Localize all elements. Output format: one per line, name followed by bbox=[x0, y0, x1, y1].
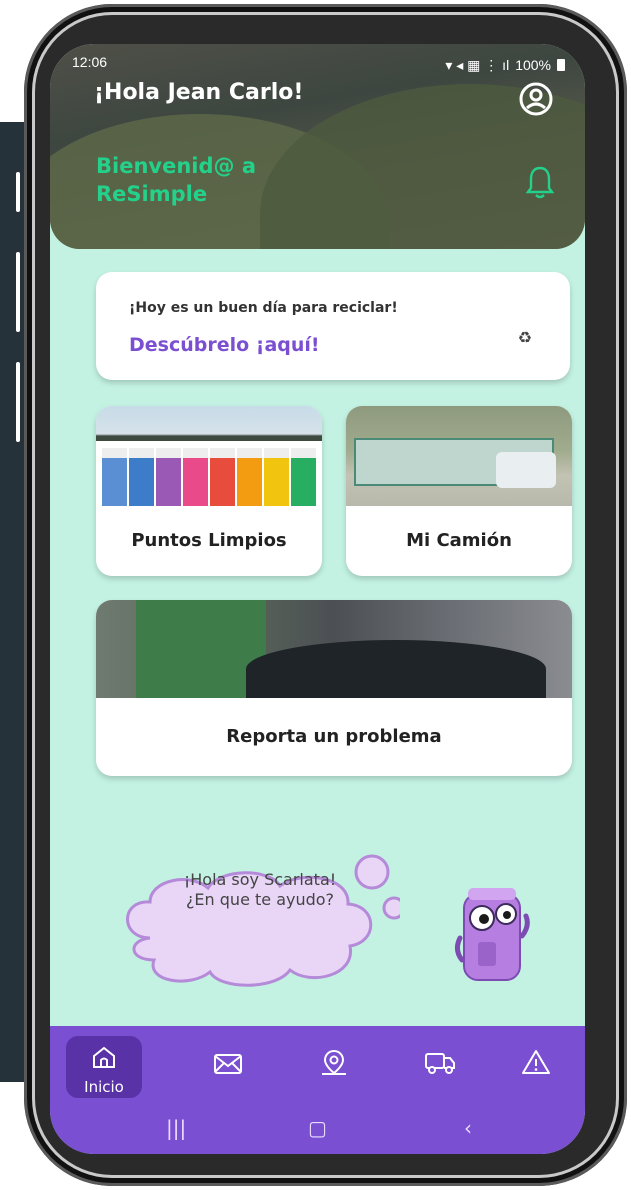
assistant-line: ¿En que te ayudo? bbox=[185, 890, 335, 909]
nav-item-mapa[interactable] bbox=[296, 1036, 372, 1098]
decorative-line bbox=[16, 172, 20, 212]
app-screen: 12:06 ▾ ◂ ▦ ⋮ ıl 100% ¡Hola Jean Carlo! … bbox=[50, 44, 585, 1154]
battery-text: 100% bbox=[515, 57, 551, 73]
map-pin-icon bbox=[322, 1049, 346, 1075]
recycling-bins-image bbox=[102, 448, 316, 506]
decorative-line bbox=[16, 362, 20, 442]
welcome-line: Bienvenid@ a bbox=[96, 154, 256, 178]
discover-link[interactable]: Descúbrelo ¡aquí! bbox=[129, 334, 320, 356]
header: 12:06 ▾ ◂ ▦ ⋮ ıl 100% ¡Hola Jean Carlo! … bbox=[50, 44, 585, 249]
truck-icon bbox=[425, 1053, 455, 1074]
truck-cab-image bbox=[496, 452, 556, 488]
welcome-line: ReSimple bbox=[96, 182, 208, 206]
puntos-limpios-tile[interactable]: Puntos Limpios bbox=[96, 406, 322, 576]
nav-item-mensajes[interactable] bbox=[190, 1036, 266, 1098]
welcome-message: Bienvenid@ a ReSimple bbox=[96, 152, 256, 208]
greeting-title: ¡Hola Jean Carlo! bbox=[94, 80, 304, 105]
mi-camion-image bbox=[346, 406, 572, 506]
system-navigation-bar: ||| ▢ ‹ bbox=[50, 1116, 585, 1140]
nav-label: Inicio bbox=[84, 1078, 124, 1096]
trash-pile-image bbox=[246, 640, 546, 698]
assistant-message: ¡Hola soy Scarlata! ¿En que te ayudo? bbox=[150, 870, 370, 910]
status-bar: 12:06 ▾ ◂ ▦ ⋮ ıl 100% bbox=[72, 54, 565, 76]
nav-item-inicio[interactable]: Inicio bbox=[66, 1036, 142, 1098]
puntos-limpios-image bbox=[96, 406, 322, 506]
recent-apps-icon[interactable]: ||| bbox=[166, 1116, 186, 1140]
home-button-icon[interactable]: ▢ bbox=[308, 1116, 327, 1140]
profile-icon[interactable] bbox=[517, 80, 555, 118]
home-icon bbox=[93, 1046, 115, 1068]
decorative-line bbox=[16, 252, 20, 332]
mi-camion-label: Mi Camión bbox=[406, 530, 512, 551]
puntos-limpios-label: Puntos Limpios bbox=[131, 530, 287, 551]
battery-icon bbox=[557, 59, 565, 71]
warning-icon bbox=[522, 1050, 550, 1074]
mascot-scarlata-icon[interactable] bbox=[454, 866, 530, 992]
recycle-tip-card[interactable]: ¡Hoy es un buen día para reciclar! Descú… bbox=[96, 272, 570, 380]
recycle-icon: ♻ bbox=[517, 328, 532, 347]
status-time: 12:06 bbox=[72, 54, 108, 70]
reporta-problema-tile[interactable]: Reporta un problema bbox=[96, 600, 572, 776]
tip-text: ¡Hoy es un buen día para reciclar! bbox=[129, 300, 398, 316]
reporta-problema-image bbox=[96, 600, 572, 698]
status-icons: ▾ ◂ ▦ ⋮ ıl 100% bbox=[445, 54, 565, 76]
bottom-navigation: Inicio ||| ▢ ‹ bbox=[50, 1026, 585, 1154]
back-icon[interactable]: ‹ bbox=[464, 1116, 472, 1140]
nav-item-camion[interactable] bbox=[402, 1036, 478, 1098]
assistant-line: ¡Hola soy Scarlata! bbox=[183, 870, 337, 889]
signal-icon: ▾ ◂ ▦ ⋮ ıl bbox=[445, 56, 510, 73]
nav-item-reporte[interactable] bbox=[498, 1036, 574, 1098]
notification-bell-icon[interactable] bbox=[525, 164, 555, 200]
mail-icon bbox=[214, 1054, 242, 1074]
reporta-problema-label: Reporta un problema bbox=[226, 726, 442, 747]
mi-camion-tile[interactable]: Mi Camión bbox=[346, 406, 572, 576]
